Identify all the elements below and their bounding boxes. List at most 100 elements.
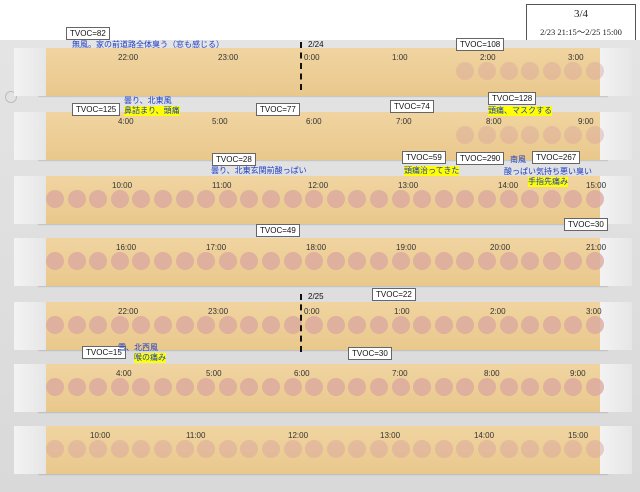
sample-spot bbox=[305, 440, 324, 458]
sample-spot bbox=[370, 440, 388, 458]
sample-spot bbox=[434, 252, 453, 270]
observation-note: 南風 bbox=[510, 155, 526, 164]
time-tick: 15:00 bbox=[586, 181, 607, 190]
sample-spot bbox=[262, 316, 280, 334]
page-number: 3/4 bbox=[573, 8, 589, 20]
sample-spot bbox=[67, 190, 86, 208]
sample-spot bbox=[564, 440, 583, 458]
sample-spot bbox=[240, 252, 259, 270]
sample-spot bbox=[586, 252, 604, 270]
sample-spot bbox=[434, 378, 453, 396]
time-tick: 5:00 bbox=[212, 117, 228, 126]
observation-note: 曇り、北東風 bbox=[124, 96, 172, 105]
sample-spot bbox=[240, 190, 259, 208]
sample-spot bbox=[348, 190, 367, 208]
sample-spot bbox=[175, 378, 194, 396]
sample-spot bbox=[542, 252, 561, 270]
sample-spot bbox=[305, 378, 324, 396]
tvoc-reading: TVOC=49 bbox=[256, 224, 300, 237]
sample-spot bbox=[132, 316, 151, 334]
time-tick: 14:00 bbox=[498, 181, 519, 190]
sample-spot bbox=[283, 378, 302, 396]
tvoc-reading: TVOC=108 bbox=[456, 38, 505, 51]
sample-spot bbox=[348, 440, 367, 458]
sample-spot bbox=[154, 252, 172, 270]
time-tick: 13:00 bbox=[398, 181, 419, 190]
sample-spot bbox=[218, 440, 237, 458]
time-tick: 23:00 bbox=[208, 307, 229, 316]
sample-spot bbox=[542, 440, 561, 458]
time-tick: 12:00 bbox=[288, 431, 309, 440]
time-tick: 9:00 bbox=[578, 117, 594, 126]
sample-spot bbox=[391, 252, 410, 270]
sample-spot bbox=[564, 378, 583, 396]
sample-spot bbox=[391, 440, 410, 458]
sample-spot bbox=[89, 190, 108, 208]
sample-spot bbox=[348, 316, 367, 334]
sample-spot bbox=[542, 378, 561, 396]
sample-spot bbox=[154, 378, 172, 396]
sample-spot bbox=[326, 316, 345, 334]
tvoc-reading: TVOC=28 bbox=[212, 153, 256, 166]
symptom-highlight: 頭痛治ってきた bbox=[404, 166, 460, 176]
time-tick: 19:00 bbox=[396, 243, 417, 252]
sample-spot bbox=[413, 440, 432, 458]
sample-spot bbox=[370, 252, 388, 270]
time-tick: 2:00 bbox=[480, 53, 496, 62]
sample-spot bbox=[413, 316, 432, 334]
sample-spot bbox=[521, 126, 540, 144]
page-info-box: 3/4 2/23 21:15～2/25 15:00 bbox=[526, 4, 636, 44]
strip-end-tab bbox=[14, 364, 46, 412]
sample-spot bbox=[67, 252, 86, 270]
sample-spot bbox=[89, 316, 108, 334]
strip-end-tab bbox=[14, 426, 46, 474]
time-tick: 10:00 bbox=[112, 181, 133, 190]
sample-spot bbox=[456, 316, 475, 334]
time-tick: 5:00 bbox=[206, 369, 222, 378]
sample-spot bbox=[132, 252, 151, 270]
sample-spot bbox=[521, 440, 540, 458]
sample-spot bbox=[413, 190, 432, 208]
sample-spot bbox=[283, 440, 302, 458]
sample-spot bbox=[478, 440, 496, 458]
time-tick: 7:00 bbox=[392, 369, 408, 378]
strip-end-tab bbox=[14, 48, 46, 96]
time-tick: 4:00 bbox=[116, 369, 132, 378]
sample-spot bbox=[499, 252, 518, 270]
sample-spot bbox=[521, 378, 540, 396]
time-tick: 6:00 bbox=[306, 117, 322, 126]
time-tick: 15:00 bbox=[568, 431, 589, 440]
sample-spot bbox=[326, 378, 345, 396]
sample-spot bbox=[391, 378, 410, 396]
sample-spot bbox=[586, 440, 604, 458]
sample-spot bbox=[46, 378, 64, 396]
sample-spot bbox=[305, 252, 324, 270]
time-tick: 11:00 bbox=[186, 431, 206, 440]
sample-spot bbox=[89, 440, 108, 458]
sample-spot bbox=[46, 252, 64, 270]
time-tick: 13:00 bbox=[380, 431, 401, 440]
sample-spot bbox=[67, 440, 86, 458]
sample-spot bbox=[456, 62, 475, 80]
observation-note: 無風。家の前道路全体臭う（窓も感じる） bbox=[72, 40, 224, 49]
time-tick: 18:00 bbox=[306, 243, 327, 252]
sample-spot bbox=[262, 252, 280, 270]
sample-spot bbox=[218, 190, 237, 208]
sample-spot bbox=[110, 316, 129, 334]
time-tick: 22:00 bbox=[118, 53, 139, 62]
sample-spot bbox=[478, 62, 496, 80]
time-tick: 23:00 bbox=[218, 53, 239, 62]
sample-spot bbox=[391, 190, 410, 208]
sample-spot bbox=[586, 62, 604, 80]
day-boundary-label: 2/25 bbox=[308, 292, 324, 301]
sample-spot bbox=[46, 440, 64, 458]
sample-spot bbox=[564, 252, 583, 270]
time-tick: 14:00 bbox=[474, 431, 495, 440]
symptom-highlight: 鼻詰まり、頭痛 bbox=[124, 106, 180, 116]
sample-spot bbox=[348, 252, 367, 270]
time-tick: 4:00 bbox=[118, 117, 134, 126]
sample-spot bbox=[197, 316, 216, 334]
sample-spot bbox=[154, 316, 172, 334]
strip-end-tab bbox=[14, 302, 46, 350]
sample-spot bbox=[586, 316, 604, 334]
